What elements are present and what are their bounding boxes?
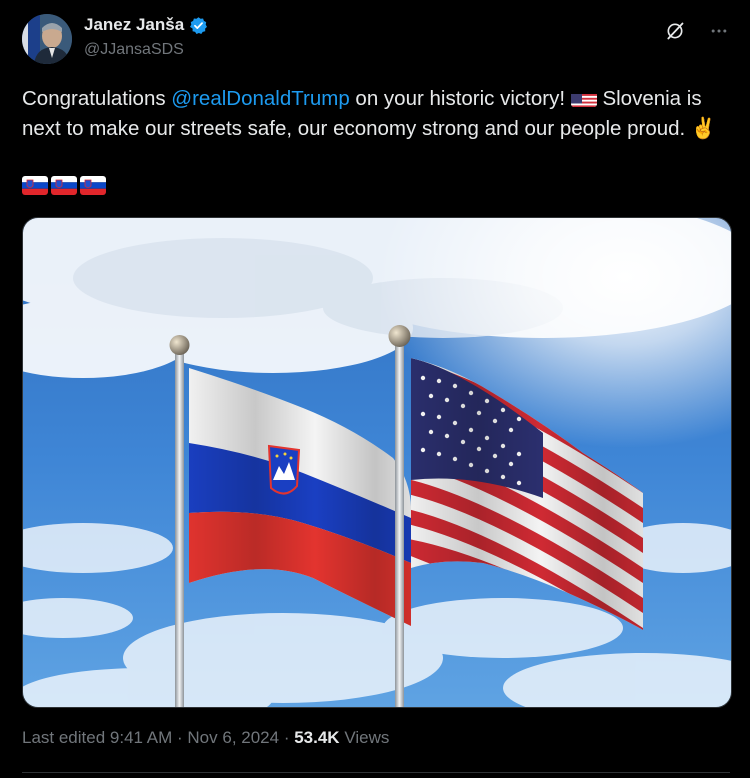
tweet-card: Janez Janša @JJansaSDS Congratulations @… — [0, 0, 750, 778]
tweet-text: Congratulations @realDonaldTrump on your… — [22, 84, 732, 144]
slovenia-flag-emoji — [80, 176, 106, 195]
grok-icon[interactable] — [664, 20, 686, 42]
more-icon[interactable] — [708, 20, 730, 42]
tweet-meta: Last edited 9:41 AM · Nov 6, 2024 · 53.4… — [22, 728, 389, 748]
timestamp-time[interactable]: 9:41 AM — [110, 728, 172, 747]
views-label: Views — [344, 728, 390, 747]
edited-label[interactable]: Last edited — [22, 728, 105, 747]
slovenia-and-us-flags-photo — [23, 218, 731, 707]
tweet-text-part2: on your historic victory! — [349, 87, 571, 110]
peace-emoji: ✌️ — [690, 117, 717, 140]
slovenia-flag-emoji — [51, 176, 77, 195]
author-name-row: Janez Janša — [84, 15, 208, 35]
slovenia-flag-emoji — [22, 176, 48, 195]
timestamp-date[interactable]: Nov 6, 2024 — [187, 728, 279, 747]
meta-separator: · — [279, 728, 295, 747]
views-count: 53.4K — [294, 728, 340, 747]
tweet-text-part1: Congratulations — [22, 87, 172, 110]
mention-link[interactable]: @realDonaldTrump — [171, 87, 349, 110]
divider — [22, 772, 730, 773]
verified-badge-icon — [189, 16, 208, 35]
tweet-media-image[interactable] — [22, 217, 732, 708]
slovenia-flags-row — [22, 176, 106, 195]
us-flag-emoji — [570, 90, 597, 107]
avatar[interactable] — [22, 14, 72, 64]
avatar-image — [22, 14, 72, 64]
meta-separator: · — [172, 728, 188, 747]
author-display-name[interactable]: Janez Janša — [84, 15, 184, 35]
author-handle[interactable]: @JJansaSDS — [84, 41, 184, 59]
tweet-actions-top — [664, 20, 730, 42]
